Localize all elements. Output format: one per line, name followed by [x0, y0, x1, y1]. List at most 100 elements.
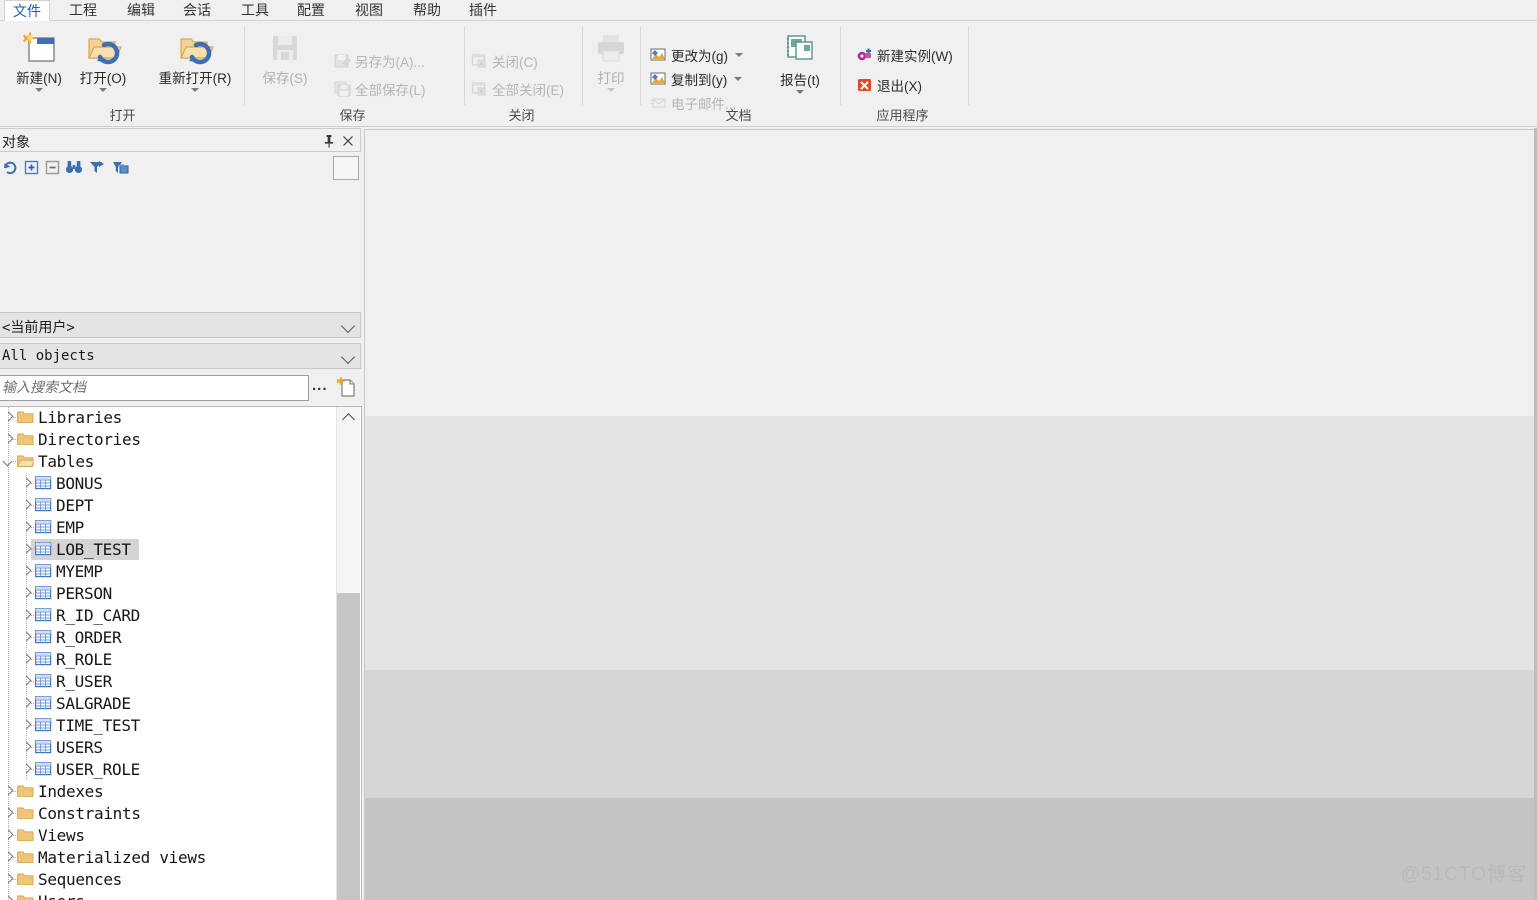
exit-button[interactable]: 退出(X) [855, 73, 922, 97]
scrollbar-thumb[interactable] [337, 593, 360, 900]
tree-item[interactable]: R_ROLE [0, 649, 337, 671]
tree-expander-closed-icon[interactable] [22, 588, 33, 599]
tree-expander-closed-icon[interactable] [4, 896, 15, 900]
new-instance-button[interactable]: 新建实例(W) [855, 43, 953, 67]
tree-expander-closed-icon[interactable] [22, 478, 33, 489]
tree-item[interactable]: R_ORDER [0, 627, 337, 649]
close-all-button[interactable]: 全部关闭(E) [470, 77, 564, 101]
table-icon [35, 740, 52, 755]
copy-to-button[interactable]: 复制到(y) [649, 67, 743, 91]
table-icon [35, 718, 52, 733]
reopen-button[interactable]: 重新打开(R) [152, 25, 238, 105]
reopen-button-caret-icon[interactable] [191, 88, 199, 92]
new-document-icon[interactable] [336, 377, 357, 399]
filter-folder-icon[interactable] [110, 157, 130, 177]
tree-item[interactable]: Constraints [0, 803, 337, 825]
expand-all-icon[interactable] [21, 157, 41, 177]
tree-item[interactable]: EMP [0, 517, 337, 539]
tree-item[interactable]: SALGRADE [0, 693, 337, 715]
tree-expander-closed-icon[interactable] [22, 720, 33, 731]
tree-item[interactable]: USERS [0, 737, 337, 759]
menu-tab-8[interactable]: 插件 [460, 0, 506, 21]
tree-expander-closed-icon[interactable] [22, 522, 33, 533]
tree-item-label: BONUS [56, 474, 103, 493]
menu-tab-2[interactable]: 编辑 [118, 0, 164, 21]
search-input[interactable] [0, 376, 308, 400]
menu-tab-4[interactable]: 工具 [232, 0, 278, 21]
object-type-combo[interactable]: All objects [0, 343, 361, 369]
tree-expander-closed-icon[interactable] [22, 610, 33, 621]
object-toolbar-extra-box[interactable] [333, 156, 359, 180]
open-button-caret-icon[interactable] [99, 88, 107, 92]
close-button[interactable]: 关闭(C) [470, 49, 538, 73]
tree-item[interactable]: TIME_TEST [0, 715, 337, 737]
user-combo[interactable]: <当前用户> [0, 312, 361, 338]
tree-expander-closed-icon[interactable] [22, 764, 33, 775]
tree-item[interactable]: Views [0, 825, 337, 847]
change-to-button[interactable]: 更改为(g) [649, 43, 743, 67]
report-button-caret-icon[interactable] [796, 90, 804, 94]
tree-expander-closed-icon[interactable] [22, 676, 33, 687]
save-as-button[interactable]: 另存为(A)... [333, 49, 425, 73]
tree-item[interactable]: Tables [0, 451, 337, 473]
tree-item[interactable]: LOB_TEST [0, 539, 337, 561]
tree-expander-closed-icon[interactable] [22, 698, 33, 709]
menu-tab-7[interactable]: 帮助 [404, 0, 450, 21]
print-button[interactable]: 打印 [574, 25, 648, 105]
tree-expander-closed-icon[interactable] [4, 830, 15, 841]
tree-item[interactable]: Libraries [0, 407, 337, 429]
filter-icon[interactable] [87, 157, 107, 177]
tree-expander-closed-icon[interactable] [22, 544, 33, 555]
object-tree[interactable]: Libraries Directories Tables BONUS DEPT EMP LO… [0, 407, 337, 900]
tree-expander-closed-icon[interactable] [22, 742, 33, 753]
search-more-button[interactable]: ... [312, 378, 328, 393]
find-icon[interactable] [64, 157, 84, 177]
tree-item[interactable]: R_ID_CARD [0, 605, 337, 627]
change-to-caret-icon[interactable] [735, 53, 743, 57]
tree-expander-closed-icon[interactable] [4, 412, 15, 423]
save-button[interactable]: 保存(S) [250, 25, 320, 105]
folder-closed-icon [17, 784, 34, 799]
tree-item[interactable]: R_USER [0, 671, 337, 693]
menu-tab-3[interactable]: 会话 [174, 0, 220, 21]
menu-tab-0[interactable]: 文件 [4, 0, 50, 21]
tree-expander-open-icon[interactable] [4, 456, 15, 467]
tree-item[interactable]: Users [0, 891, 337, 900]
save-all-button[interactable]: 全部保存(L) [333, 77, 426, 101]
tree-item[interactable]: Directories [0, 429, 337, 451]
menu-tab-1[interactable]: 工程 [60, 0, 106, 21]
menu-tab-6[interactable]: 视图 [346, 0, 392, 21]
new-button-caret-icon[interactable] [35, 88, 43, 92]
open-button[interactable]: 打开(O) [64, 25, 142, 105]
tree-item[interactable]: USER_ROLE [0, 759, 337, 781]
tree-item[interactable]: BONUS [0, 473, 337, 495]
tree-expander-closed-icon[interactable] [22, 632, 33, 643]
tree-expander-closed-icon[interactable] [4, 434, 15, 445]
print-button-caret-icon[interactable] [607, 88, 615, 92]
tree-item[interactable]: PERSON [0, 583, 337, 605]
tree-expander-closed-icon[interactable] [4, 852, 15, 863]
tree-item[interactable]: Indexes [0, 781, 337, 803]
tree-expander-closed-icon[interactable] [4, 786, 15, 797]
tree-expander-closed-icon[interactable] [4, 808, 15, 819]
tree-expander-closed-icon[interactable] [22, 566, 33, 577]
refresh-icon[interactable] [0, 157, 20, 177]
scroll-up-button[interactable] [337, 407, 360, 429]
collapse-all-icon[interactable] [42, 157, 62, 177]
copy-to-caret-icon[interactable] [734, 77, 743, 81]
ribbon-group-application-title: 应用程序 [876, 108, 929, 123]
close-icon[interactable] [339, 132, 357, 150]
tree-item[interactable]: Materialized views [0, 847, 337, 869]
search-input-box[interactable] [0, 375, 309, 401]
tree-scrollbar[interactable] [336, 407, 360, 900]
tree-item[interactable]: MYEMP [0, 561, 337, 583]
report-button[interactable]: 报告(t) [763, 27, 837, 107]
tree-expander-closed-icon[interactable] [22, 500, 33, 511]
tree-expander-closed-icon[interactable] [4, 874, 15, 885]
pin-icon[interactable] [320, 132, 338, 150]
tree-item[interactable]: DEPT [0, 495, 337, 517]
menu-tab-5[interactable]: 配置 [288, 0, 334, 21]
ribbon: 新建(N) 打开(O) 重新打开(R) 打开 保存(S) 另存为(A)... 全… [0, 21, 1537, 127]
tree-item[interactable]: Sequences [0, 869, 337, 891]
tree-expander-closed-icon[interactable] [22, 654, 33, 665]
